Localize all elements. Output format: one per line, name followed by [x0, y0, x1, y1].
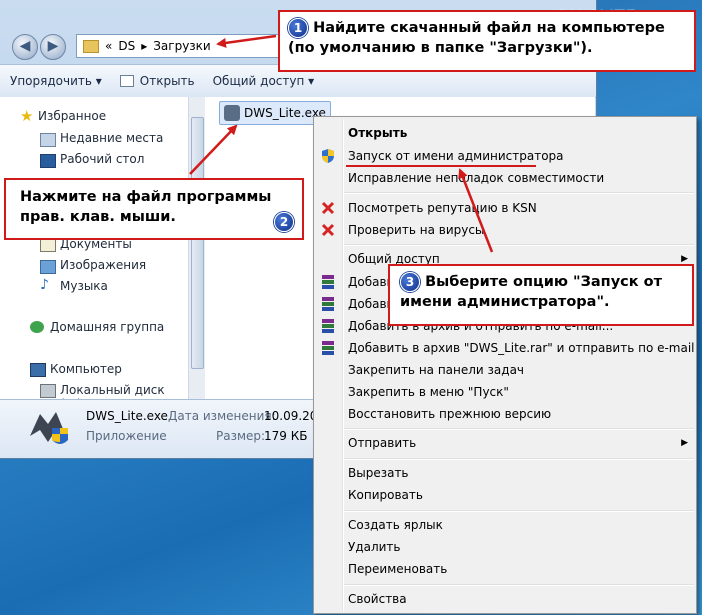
callout-step-1: 1 Найдите скачанный файл на компьютере (…	[278, 10, 696, 72]
step-number-badge: 3	[400, 272, 420, 292]
recent-places-icon	[40, 133, 56, 147]
share-label: Общий доступ ▾	[212, 74, 315, 88]
kaspersky-icon	[321, 201, 335, 215]
computer-icon	[30, 363, 46, 377]
menu-separator	[344, 192, 694, 194]
menu-item-add-rar-email[interactable]: Добавить в архив "DWS_Lite.rar" и отправ…	[348, 341, 695, 355]
step-number-badge: 1	[288, 18, 308, 38]
application-icon	[224, 105, 240, 121]
breadcrumb-ds[interactable]: DS	[118, 39, 135, 53]
callout-1-text: Найдите скачанный файл на компьютере (по…	[288, 20, 665, 56]
sidebar-item-pictures[interactable]: Изображения	[60, 258, 146, 272]
menu-item-rename[interactable]: Переименовать	[348, 562, 447, 576]
open-label: Открыть	[139, 74, 195, 88]
sidebar-item-music[interactable]: Музыка	[60, 279, 108, 293]
menu-item-restore[interactable]: Восстановить прежнюю версию	[348, 407, 551, 421]
menu-item-run-as-admin[interactable]: Запуск от имени администратора	[348, 149, 564, 163]
menu-item-send-to[interactable]: Отправить	[348, 436, 416, 450]
winrar-icon	[322, 341, 334, 355]
forward-button[interactable]: ▶	[40, 34, 66, 60]
callout-step-3: 3 Выберите опцию "Запуск от имени админи…	[388, 264, 694, 326]
address-prefix: «	[105, 39, 113, 53]
sidebar-item-homegroup[interactable]: Домашняя группа	[50, 320, 164, 334]
window-icon	[119, 75, 134, 87]
callout-2-text: Нажмите на файл программы прав. клав. мы…	[20, 189, 272, 225]
share-button[interactable]: Общий доступ ▾	[213, 74, 315, 88]
desktop-icon	[40, 154, 56, 168]
open-button[interactable]: Открыть	[119, 74, 195, 88]
context-menu: Открыть Запуск от имени администратора И…	[313, 116, 697, 614]
sidebar-item-recent[interactable]: Недавние места	[60, 131, 163, 145]
back-button[interactable]: ◀	[12, 34, 38, 60]
star-icon: ★	[20, 107, 34, 125]
menu-item-delete[interactable]: Удалить	[348, 540, 401, 554]
folder-icon	[83, 39, 99, 53]
details-size-label: Размер:	[216, 429, 266, 443]
pictures-icon	[40, 260, 56, 274]
step-number-badge: 2	[274, 212, 294, 232]
details-size-value: 179 КБ	[264, 429, 308, 443]
menu-separator	[344, 244, 694, 246]
organize-label: Упорядочить ▾	[10, 74, 102, 88]
menu-separator	[344, 458, 694, 460]
kaspersky-icon	[321, 223, 335, 237]
sidebar-item-desktop[interactable]: Рабочий стол	[60, 152, 144, 166]
breadcrumb-downloads[interactable]: Загрузки	[153, 39, 211, 53]
music-icon: ♪	[40, 277, 49, 293]
scrollbar-thumb[interactable]	[191, 117, 204, 369]
menu-item-troubleshoot[interactable]: Исправление неполадок совместимости	[348, 171, 604, 185]
sidebar-scrollbar[interactable]	[188, 97, 205, 399]
menu-item-create-shortcut[interactable]: Создать ярлык	[348, 518, 443, 532]
winrar-icon	[322, 297, 334, 311]
navigation-pane: ★ Избранное Недавние места Рабочий стол …	[0, 97, 189, 411]
uac-shield-icon	[322, 149, 334, 163]
menu-item-scan[interactable]: Проверить на вирусы	[348, 223, 484, 237]
homegroup-icon	[30, 321, 44, 333]
callout-3-text: Выберите опцию "Запуск от имени админист…	[400, 274, 663, 310]
winrar-icon	[322, 275, 334, 289]
menu-item-cut[interactable]: Вырезать	[348, 466, 409, 480]
sidebar-item-computer[interactable]: Компьютер	[50, 362, 122, 376]
organize-button[interactable]: Упорядочить ▾	[10, 74, 102, 88]
drive-icon	[40, 384, 56, 398]
winrar-icon	[322, 319, 334, 333]
application-icon	[30, 412, 68, 444]
menu-item-copy[interactable]: Копировать	[348, 488, 423, 502]
breadcrumb-separator-icon: ▸	[141, 39, 148, 53]
documents-icon	[40, 238, 56, 252]
callout-step-2: Нажмите на файл программы прав. клав. мы…	[4, 178, 304, 240]
menu-item-ksn[interactable]: Посмотреть репутацию в KSN	[348, 201, 537, 215]
menu-item-pin-taskbar[interactable]: Закрепить на панели задач	[348, 363, 524, 377]
details-file-type: Приложение	[86, 429, 167, 443]
submenu-arrow-icon: ▶	[681, 254, 688, 264]
menu-item-properties[interactable]: Свойства	[348, 592, 407, 606]
menu-separator	[344, 584, 694, 586]
details-modified-label: Дата изменения:	[168, 409, 276, 423]
menu-separator	[344, 510, 694, 512]
menu-item-pin-start[interactable]: Закрепить в меню "Пуск"	[348, 385, 509, 399]
menu-item-open[interactable]: Открыть	[348, 126, 407, 140]
submenu-arrow-icon: ▶	[681, 438, 688, 448]
details-file-name: DWS_Lite.exe	[86, 409, 168, 423]
sidebar-item-favorites[interactable]: Избранное	[38, 109, 106, 123]
menu-separator	[344, 428, 694, 430]
